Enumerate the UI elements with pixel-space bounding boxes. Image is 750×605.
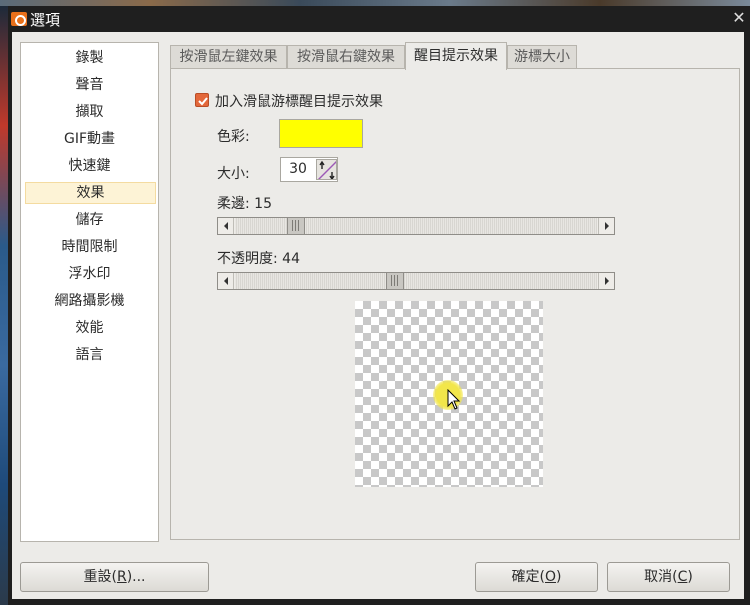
opacity-label: 不透明度: 44: [217, 251, 300, 267]
sidebar-item-gif[interactable]: GIF動畫: [21, 128, 158, 150]
dialog-body: 錄製 聲音 擷取 GIF動畫 快速鍵 效果 儲存 時間限制 浮水印 網路攝影機 …: [12, 32, 744, 599]
effects-tabs: 按滑鼠左鍵效果 按滑鼠右鍵效果 醒目提示效果 游標大小: [170, 42, 740, 70]
opacity-slider-right-button[interactable]: [598, 273, 614, 289]
sidebar-item-hotkeys[interactable]: 快速鍵: [21, 155, 158, 177]
tab-left-click-effect[interactable]: 按滑鼠左鍵效果: [170, 45, 287, 69]
size-label: 大小:: [217, 166, 250, 182]
sidebar-item-language[interactable]: 語言: [21, 344, 158, 366]
check-icon: [198, 97, 208, 106]
size-spinbox: [280, 157, 338, 182]
app-icon: [11, 12, 27, 26]
close-icon[interactable]: ✕: [730, 8, 748, 28]
arrow-left-icon: [224, 222, 228, 230]
sidebar-item-capture[interactable]: 擷取: [21, 101, 158, 123]
size-spin-button[interactable]: [316, 159, 337, 180]
sidebar-item-audio[interactable]: 聲音: [21, 74, 158, 96]
highlight-effect-panel: 加入滑鼠游標醒目提示效果 色彩: 大小: 柔邊: 15: [170, 68, 740, 540]
opacity-slider-thumb[interactable]: [386, 273, 404, 289]
sidebar-item-performance[interactable]: 效能: [21, 317, 158, 339]
up-down-arrows-icon: [318, 160, 336, 179]
sidebar-item-time-limit[interactable]: 時間限制: [21, 236, 158, 258]
tab-right-click-effect[interactable]: 按滑鼠右鍵效果: [287, 45, 405, 69]
highlight-enable-label: 加入滑鼠游標醒目提示效果: [215, 94, 383, 110]
reset-button[interactable]: 重設(R)...: [20, 562, 209, 592]
arrow-right-icon: [605, 277, 609, 285]
highlight-preview: [355, 301, 543, 487]
color-picker-swatch[interactable]: [279, 119, 363, 148]
cancel-button[interactable]: 取消(C): [607, 562, 730, 592]
softness-slider[interactable]: [217, 217, 615, 235]
tab-cursor-size[interactable]: 游標大小: [507, 45, 577, 69]
softness-slider-right-button[interactable]: [598, 218, 614, 234]
softness-label: 柔邊: 15: [217, 196, 272, 212]
sidebar-item-record[interactable]: 錄製: [21, 47, 158, 69]
mouse-cursor-icon: [447, 389, 461, 410]
softness-slider-track[interactable]: [235, 218, 597, 234]
size-input[interactable]: [281, 158, 315, 181]
sidebar-item-effects[interactable]: 效果: [25, 182, 156, 204]
softness-slider-left-button[interactable]: [218, 218, 234, 234]
category-list: 錄製 聲音 擷取 GIF動畫 快速鍵 效果 儲存 時間限制 浮水印 網路攝影機 …: [20, 42, 159, 542]
sidebar-item-save[interactable]: 儲存: [21, 209, 158, 231]
desktop-background-edge: [0, 6, 8, 605]
arrow-right-icon: [605, 222, 609, 230]
color-label: 色彩:: [217, 129, 250, 145]
arrow-left-icon: [224, 277, 228, 285]
window-title: 選項: [30, 11, 61, 29]
highlight-enable-checkbox[interactable]: [195, 93, 209, 107]
sidebar-item-watermark[interactable]: 浮水印: [21, 263, 158, 285]
options-dialog: 選項 ✕ 錄製 聲音 擷取 GIF動畫 快速鍵 效果 儲存 時間限制 浮水印 網…: [8, 6, 750, 605]
softness-slider-thumb[interactable]: [287, 218, 305, 234]
tab-highlight-effect[interactable]: 醒目提示效果: [405, 42, 507, 70]
sidebar-item-webcam[interactable]: 網路攝影機: [21, 290, 158, 312]
opacity-slider[interactable]: [217, 272, 615, 290]
opacity-slider-track[interactable]: [235, 273, 597, 289]
opacity-slider-left-button[interactable]: [218, 273, 234, 289]
ok-button[interactable]: 確定(O): [475, 562, 598, 592]
title-bar[interactable]: 選項 ✕: [8, 6, 750, 32]
